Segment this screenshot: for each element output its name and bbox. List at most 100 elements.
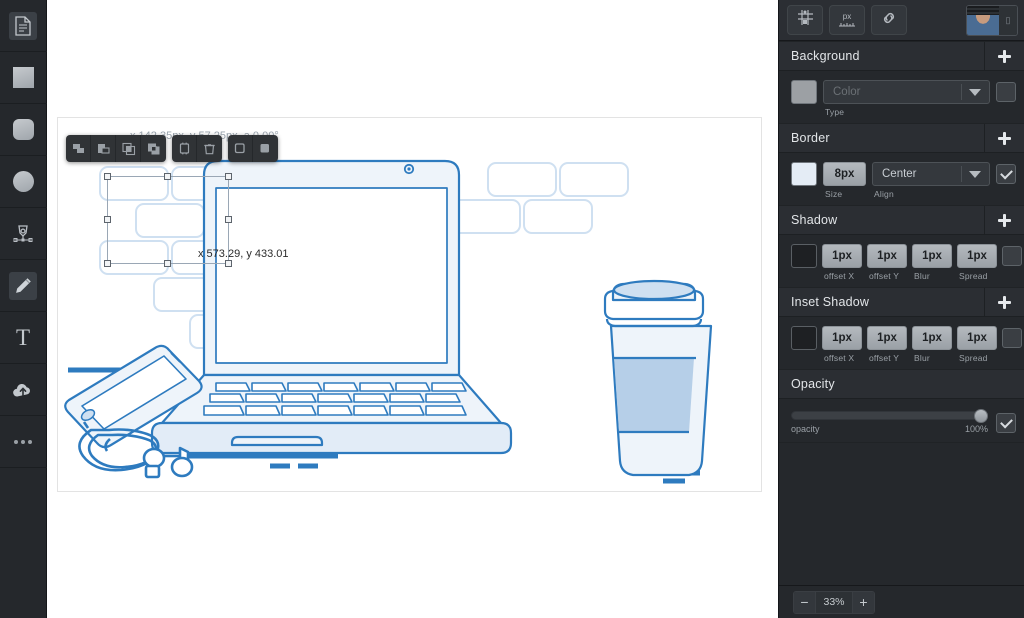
- shadow-blur-label: Blur: [912, 271, 952, 281]
- grid-settings-button[interactable]: [787, 5, 823, 35]
- avatar: [967, 6, 999, 35]
- section-title-opacity: Opacity: [791, 377, 835, 391]
- opacity-slider[interactable]: [791, 411, 988, 420]
- rounded-square-icon: [9, 116, 37, 144]
- ungroup-icon: [258, 141, 273, 156]
- inset-shadow-offset-y-label: offset Y: [867, 353, 907, 363]
- inset-shadow-spread-input[interactable]: 1px: [957, 326, 997, 350]
- shadow-spread-input[interactable]: 1px: [957, 244, 997, 268]
- opacity-slider-knob[interactable]: [974, 409, 988, 423]
- opacity-enabled-checkbox[interactable]: [996, 413, 1016, 433]
- inset-shadow-offset-y-input[interactable]: 1px: [867, 326, 907, 350]
- cursor-coordinate-label: x 573.29, y 433.01: [198, 248, 289, 260]
- zoom-bar: − 33% +: [779, 585, 1024, 618]
- add-shadow-button[interactable]: [984, 206, 1024, 235]
- shadow-offset-x-input[interactable]: 1px: [822, 244, 862, 268]
- pen-node-icon: [9, 220, 37, 248]
- properties-panel: px ▯ Background Color: [778, 0, 1024, 618]
- intersect-icon: [121, 141, 136, 156]
- duplicate-button[interactable]: [172, 135, 197, 162]
- link-chain-icon: [880, 9, 898, 32]
- pencil-icon: [9, 272, 37, 300]
- delete-button[interactable]: [197, 135, 222, 162]
- border-align-label: Align: [872, 189, 990, 199]
- more-tool[interactable]: [0, 416, 47, 468]
- square-icon: [9, 64, 37, 92]
- ungroup-button[interactable]: [253, 135, 278, 162]
- border-align-select[interactable]: Center: [872, 162, 990, 186]
- panel-empty-space: [779, 442, 1024, 585]
- border-color-swatch[interactable]: [791, 162, 817, 186]
- union-icon: [71, 141, 86, 156]
- shadow-blur-input[interactable]: 1px: [912, 244, 952, 268]
- zoom-out-button[interactable]: −: [794, 592, 815, 613]
- section-header-border: Border: [779, 123, 1024, 153]
- trash-icon: [202, 141, 217, 156]
- pencil-tool[interactable]: [0, 260, 47, 312]
- zoom-level-value[interactable]: 33%: [815, 592, 853, 613]
- section-title-shadow: Shadow: [791, 213, 837, 227]
- ellipsis-icon: [9, 428, 37, 456]
- panel-toolbar: px ▯: [779, 0, 1024, 41]
- inset-shadow-offset-x-input[interactable]: 1px: [822, 326, 862, 350]
- add-border-button[interactable]: [984, 124, 1024, 153]
- background-enabled-checkbox[interactable]: [996, 82, 1016, 102]
- group-button[interactable]: [228, 135, 253, 162]
- border-align-value: Center: [882, 168, 917, 180]
- inset-shadow-spread-label: Spread: [957, 353, 997, 363]
- shadow-enabled-checkbox[interactable]: [1002, 246, 1022, 266]
- add-inset-shadow-button[interactable]: [984, 288, 1024, 317]
- group-icon: [233, 141, 248, 156]
- opacity-label: opacity: [791, 424, 820, 434]
- inset-shadow-color-swatch[interactable]: [791, 326, 817, 350]
- text-tool[interactable]: T: [0, 312, 47, 364]
- px-ruler-icon: px: [839, 13, 855, 27]
- opacity-value: 100%: [965, 424, 988, 434]
- laptop-phone-coffee-illustration: [58, 118, 762, 492]
- rounded-rectangle-tool[interactable]: [0, 104, 47, 156]
- opacity-labels: opacity 100%: [791, 424, 988, 434]
- boolean-ops-group: [66, 135, 166, 162]
- background-color-swatch[interactable]: [791, 80, 817, 104]
- canvas-area[interactable]: x 142.35px, y 57.25px, a 0.00° x 573.29,…: [47, 0, 778, 618]
- app-root: T: [0, 0, 1024, 618]
- section-title-inset-shadow: Inset Shadow: [791, 295, 869, 309]
- avatar-side-icon: ▯: [999, 6, 1017, 35]
- pixel-units-button[interactable]: px: [829, 5, 865, 35]
- cloud-upload-icon: [9, 376, 37, 404]
- boolean-exclude-button[interactable]: [141, 135, 166, 162]
- boolean-intersect-button[interactable]: [116, 135, 141, 162]
- exclude-icon: [146, 141, 161, 156]
- boolean-subtract-button[interactable]: [91, 135, 116, 162]
- pen-tool[interactable]: [0, 208, 47, 260]
- link-button[interactable]: [871, 5, 907, 35]
- border-size-input[interactable]: 8px: [823, 162, 866, 186]
- artboard[interactable]: x 142.35px, y 57.25px, a 0.00° x 573.29,…: [57, 117, 762, 492]
- background-type-select[interactable]: Color: [823, 80, 990, 104]
- user-avatar-thumbnail[interactable]: ▯: [966, 5, 1018, 36]
- zoom-in-button[interactable]: +: [853, 592, 874, 613]
- opacity-slider-column: opacity 100%: [791, 411, 988, 434]
- shadow-offset-y-input[interactable]: 1px: [867, 244, 907, 268]
- boolean-union-button[interactable]: [66, 135, 91, 162]
- chevron-down-icon: [969, 171, 981, 178]
- inset-shadow-blur-input[interactable]: 1px: [912, 326, 952, 350]
- border-enabled-checkbox[interactable]: [996, 164, 1016, 184]
- section-body-inset-shadow: 1px offset X 1px offset Y 1px Blur 1px S…: [779, 317, 1024, 369]
- upload-tool[interactable]: [0, 364, 47, 416]
- section-body-shadow: 1px offset X 1px offset Y 1px Blur 1px S…: [779, 235, 1024, 287]
- section-header-background: Background: [779, 41, 1024, 71]
- chevron-down-icon: [969, 89, 981, 96]
- add-background-button[interactable]: [984, 42, 1024, 71]
- shadow-offset-y-label: offset Y: [867, 271, 907, 281]
- ellipse-tool[interactable]: [0, 156, 47, 208]
- background-type-value: Color: [833, 86, 860, 98]
- document-tool[interactable]: [0, 0, 47, 52]
- rectangle-tool[interactable]: [0, 52, 47, 104]
- section-title-border: Border: [791, 131, 830, 145]
- inset-shadow-enabled-checkbox[interactable]: [1002, 328, 1022, 348]
- shape-operations-toolbar: [66, 135, 278, 162]
- left-tool-rail: T: [0, 0, 47, 618]
- shadow-color-swatch[interactable]: [791, 244, 817, 268]
- document-icon: [9, 12, 37, 40]
